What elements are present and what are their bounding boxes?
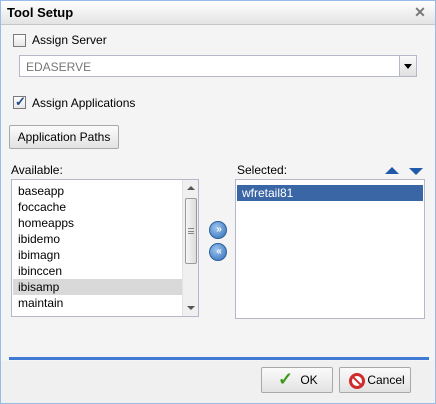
assign-applications-label[interactable]: Assign Applications — [32, 96, 135, 110]
remove-from-selected-button[interactable]: « — [209, 243, 227, 261]
scroll-down-arrow-icon[interactable] — [187, 306, 195, 310]
assign-server-label[interactable]: Assign Server — [32, 33, 107, 47]
move-right-icon: » — [216, 224, 222, 235]
assign-applications-checkbox[interactable]: ✓ — [13, 94, 26, 109]
available-item[interactable]: ... — [13, 311, 183, 316]
scroll-up-arrow-icon[interactable] — [187, 186, 195, 190]
selected-list[interactable]: wfretail81 — [235, 179, 425, 319]
footer-bar: ✓ OK Cancel — [1, 361, 435, 403]
scrollbar-thumb[interactable] — [185, 198, 197, 264]
title-bar: Tool Setup ✕ — [1, 1, 435, 25]
footer-divider — [9, 357, 429, 360]
server-combo-value: EDASERVE — [26, 60, 92, 74]
available-item[interactable]: ibidemo — [13, 231, 183, 247]
available-item[interactable]: ibimagn — [13, 247, 183, 263]
server-combo-trigger[interactable] — [399, 56, 416, 76]
available-item[interactable]: homeapps — [13, 215, 183, 231]
available-label: Available: — [11, 163, 63, 177]
close-icon[interactable]: ✕ — [413, 4, 427, 20]
available-list[interactable]: baseapp foccache homeapps ibidemo ibimag… — [11, 179, 199, 317]
check-icon: ✓ — [15, 94, 26, 109]
selected-label: Selected: — [237, 163, 288, 177]
move-down-icon[interactable] — [409, 168, 423, 175]
assign-server-checkbox[interactable] — [13, 34, 26, 47]
chevron-down-icon — [404, 64, 412, 69]
ok-label: OK — [300, 373, 318, 387]
available-item[interactable]: ibinccen — [13, 263, 183, 279]
add-to-selected-button[interactable]: » — [209, 221, 227, 239]
available-scrollbar[interactable] — [182, 180, 198, 316]
application-paths-button[interactable]: Application Paths — [9, 125, 119, 149]
cancel-label: Cancel — [367, 373, 405, 387]
application-paths-label: Application Paths — [17, 130, 111, 144]
check-icon: ✓ — [278, 369, 294, 389]
available-item-selected[interactable]: ibisamp — [13, 279, 183, 295]
available-item[interactable]: baseapp — [13, 183, 183, 199]
selected-item[interactable]: wfretail81 — [237, 185, 423, 201]
cancel-icon — [349, 373, 365, 389]
server-combo[interactable]: EDASERVE — [19, 55, 417, 77]
cancel-button[interactable]: Cancel — [339, 367, 411, 393]
move-left-icon: « — [216, 246, 222, 257]
ok-button[interactable]: ✓ OK — [261, 367, 333, 393]
grip-icon — [188, 228, 194, 234]
tool-setup-dialog: Tool Setup ✕ Assign Server EDASERVE ✓ As… — [0, 0, 436, 404]
available-item[interactable]: foccache — [13, 199, 183, 215]
available-item[interactable]: maintain — [13, 295, 183, 311]
dialog-title: Tool Setup — [7, 5, 74, 20]
move-up-icon[interactable] — [385, 167, 399, 174]
